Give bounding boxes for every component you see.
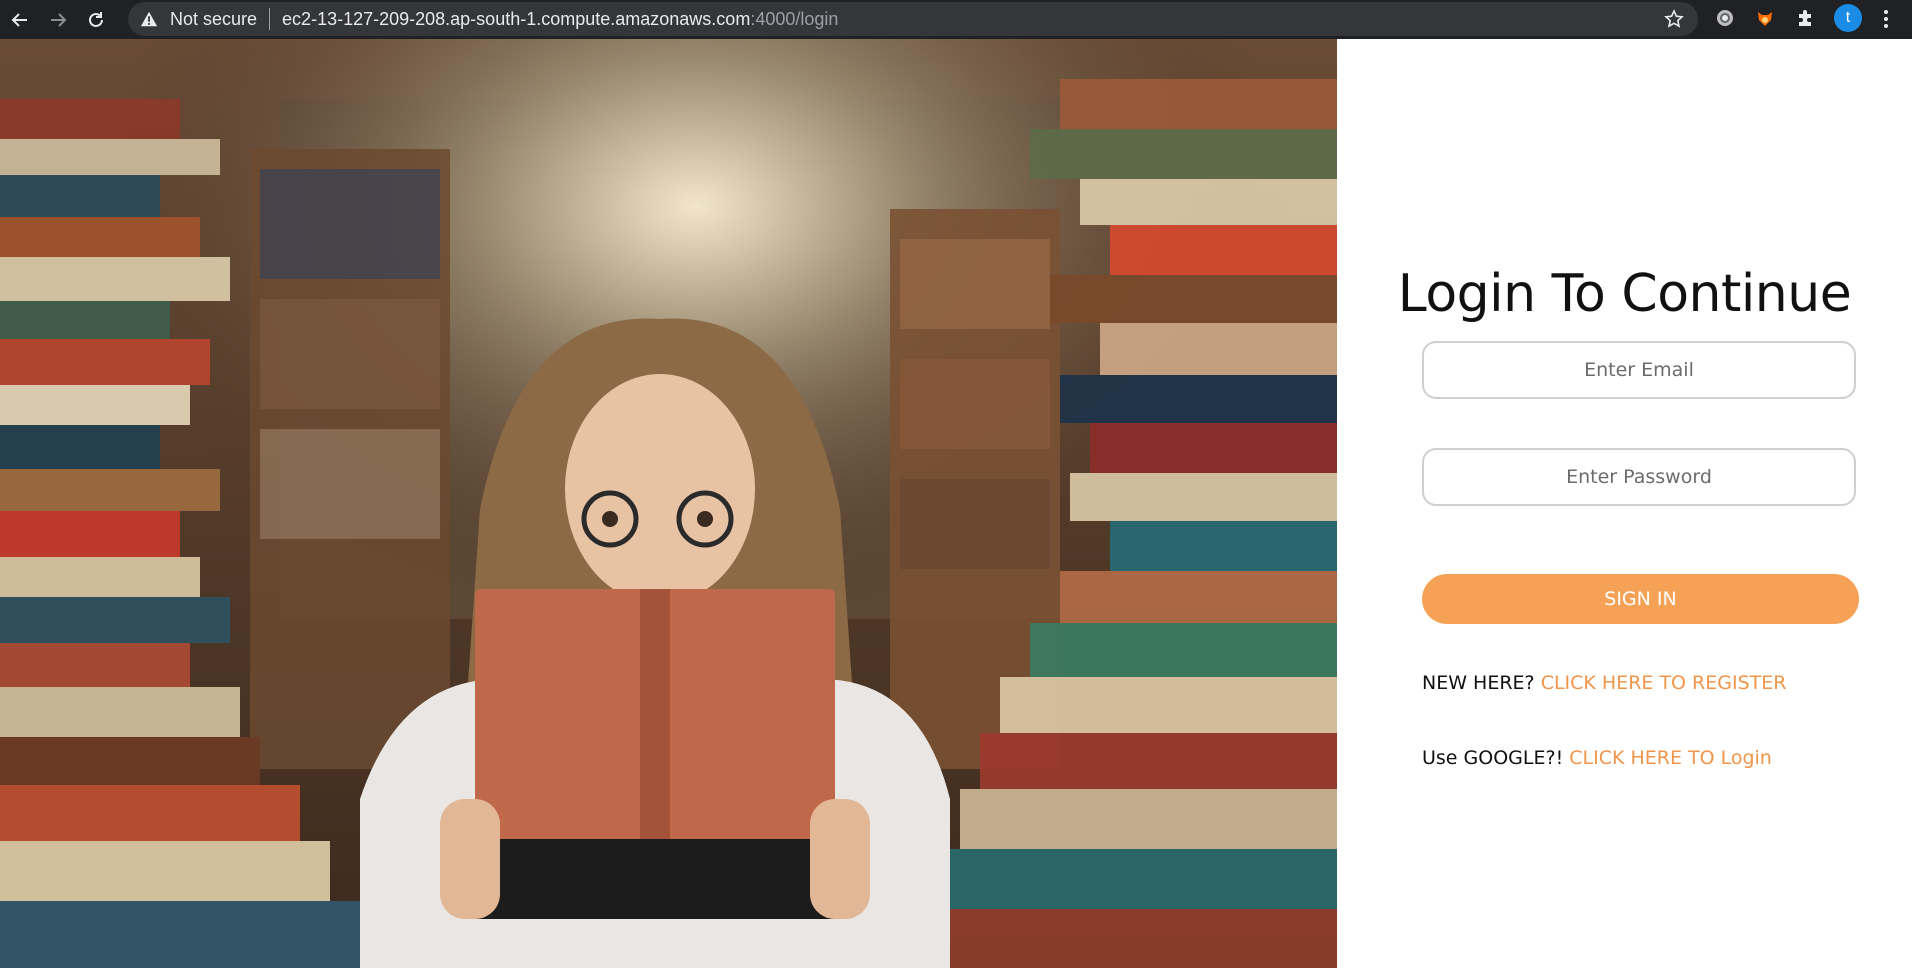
- hero-illustration: [0, 39, 1337, 968]
- email-field[interactable]: [1422, 341, 1856, 399]
- register-prefix: NEW HERE?: [1422, 672, 1535, 694]
- security-label: Not secure: [170, 8, 258, 29]
- reader-with-books-photo: [0, 39, 1337, 968]
- url-host: ec2-13-127-209-208.ap-south-1.compute.am…: [282, 8, 751, 29]
- fox-extension-icon[interactable]: [1754, 7, 1776, 29]
- google-prefix: Use GOOGLE?!: [1422, 747, 1564, 769]
- browser-toolbar: Not secure ec2-13-127-209-208.ap-south-1…: [0, 0, 1912, 39]
- profile-avatar[interactable]: t: [1834, 4, 1862, 32]
- register-prompt: NEW HERE? CLICK HERE TO REGISTER: [1422, 672, 1786, 694]
- kebab-menu-icon[interactable]: [1876, 6, 1896, 32]
- google-login-prompt: Use GOOGLE?! CLICK HERE TO Login: [1422, 747, 1772, 769]
- password-field[interactable]: [1422, 448, 1856, 506]
- sign-in-button[interactable]: SIGN IN: [1422, 574, 1859, 624]
- back-button[interactable]: [2, 5, 38, 35]
- puzzle-extensions-icon[interactable]: [1794, 7, 1816, 29]
- back-arrow-icon: [11, 12, 27, 27]
- url-path: :4000/login: [750, 8, 839, 29]
- register-link[interactable]: CLICK HERE TO REGISTER: [1541, 672, 1787, 694]
- bookmark-star-icon[interactable]: [1664, 9, 1684, 29]
- reload-icon: [89, 11, 103, 27]
- google-login-link[interactable]: CLICK HERE TO Login: [1569, 747, 1772, 769]
- reload-button[interactable]: [78, 5, 114, 35]
- forward-button[interactable]: [40, 5, 76, 35]
- profile-initial: t: [1845, 9, 1851, 26]
- warning-triangle-icon: [140, 11, 158, 27]
- circle-extension-icon[interactable]: [1714, 7, 1736, 29]
- login-panel: Login To Continue SIGN IN NEW HERE? CLIC…: [1337, 39, 1912, 968]
- url-text[interactable]: ec2-13-127-209-208.ap-south-1.compute.am…: [282, 9, 838, 30]
- page-title: Login To Continue: [1397, 264, 1852, 324]
- forward-arrow-icon: [51, 12, 67, 27]
- address-divider: [269, 8, 271, 30]
- security-indicator[interactable]: Not secure: [140, 2, 257, 36]
- address-bar[interactable]: Not secure ec2-13-127-209-208.ap-south-1…: [128, 2, 1698, 36]
